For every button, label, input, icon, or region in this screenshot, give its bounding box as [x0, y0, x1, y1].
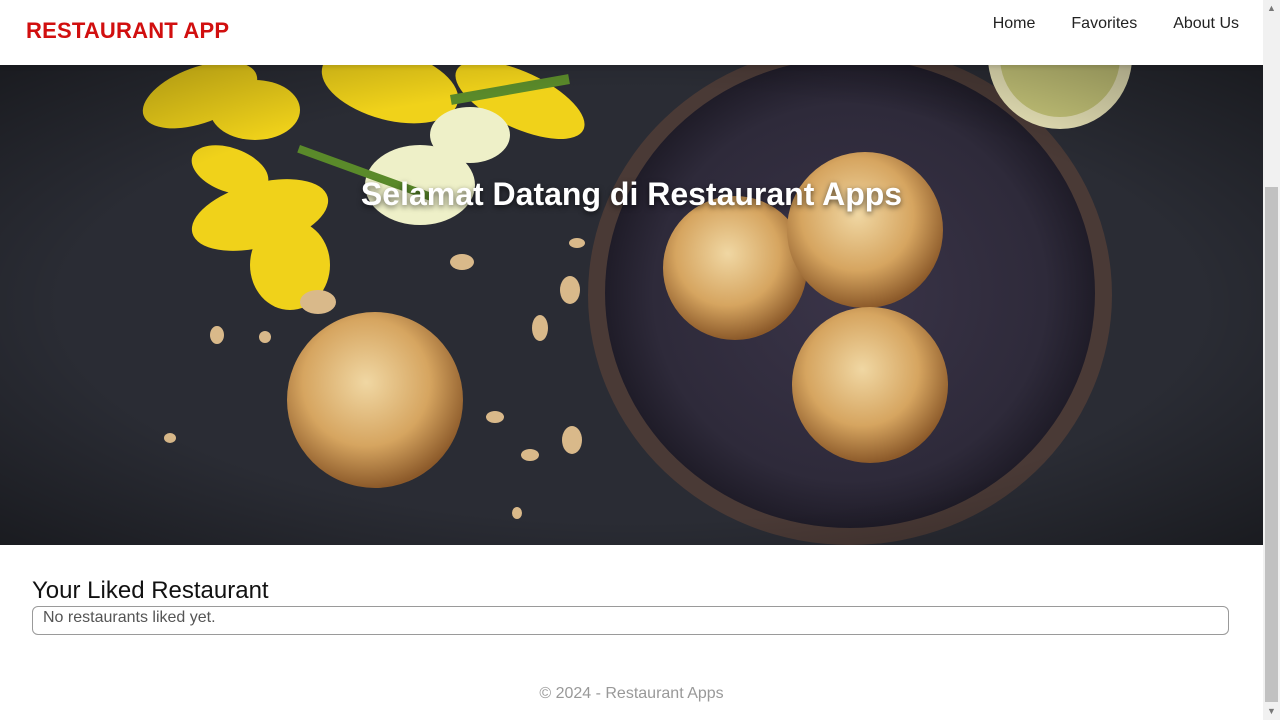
empty-state-message: No restaurants liked yet.: [43, 609, 216, 626]
scrollbar-thumb[interactable]: [1265, 187, 1278, 702]
liked-section-title: Your Liked Restaurant: [32, 577, 269, 604]
hero-food-image: [0, 65, 1263, 545]
hero-banner: Selamat Datang di Restaurant Apps: [0, 65, 1263, 545]
scroll-up-arrow-icon[interactable]: ▲: [1263, 0, 1280, 17]
scroll-down-arrow-icon[interactable]: ▼: [1263, 703, 1280, 720]
vertical-scrollbar[interactable]: ▲ ▼: [1263, 0, 1280, 720]
nav-about-us-link[interactable]: About Us: [1173, 15, 1239, 33]
footer-copyright: © 2024 - Restaurant Apps: [539, 685, 724, 702]
page: RESTAURANT APP Home Favorites About Us S…: [0, 0, 1263, 720]
liked-restaurant-list: No restaurants liked yet.: [32, 606, 1229, 635]
app-logo[interactable]: RESTAURANT APP: [26, 18, 229, 44]
nav-home-link[interactable]: Home: [993, 15, 1036, 33]
hero-title: Selamat Datang di Restaurant Apps: [360, 176, 903, 213]
nav-favorites-link[interactable]: Favorites: [1071, 15, 1137, 33]
main-nav: Home Favorites About Us: [993, 15, 1239, 33]
app-header: RESTAURANT APP Home Favorites About Us: [0, 0, 1263, 65]
